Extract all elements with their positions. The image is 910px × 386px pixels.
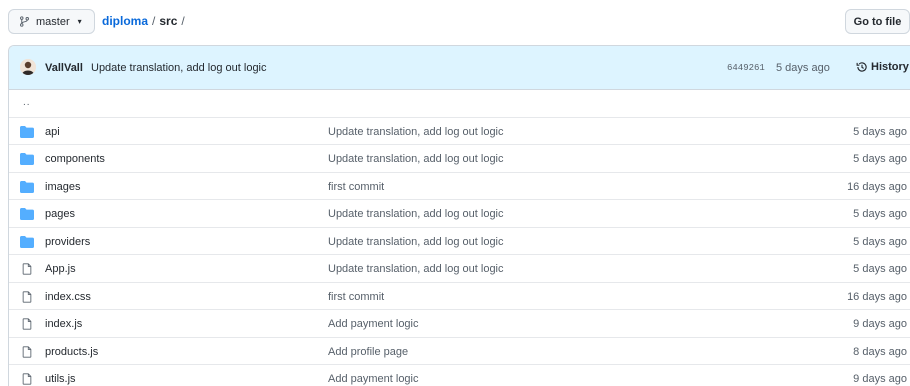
file-name-link[interactable]: index.js <box>45 318 82 330</box>
table-row: App.js Update translation, add log out l… <box>9 255 910 283</box>
folder-icon <box>20 125 34 138</box>
folder-icon <box>20 235 34 248</box>
file-name-link[interactable]: images <box>45 181 80 193</box>
file-commit-age: 5 days ago <box>853 235 907 248</box>
chevron-down-icon: ▾ <box>77 17 82 26</box>
history-link[interactable]: History <box>856 61 909 73</box>
branch-select-button[interactable]: master ▾ <box>8 9 95 34</box>
table-row: components Update translation, add log o… <box>9 145 910 173</box>
file-name-link[interactable]: index.css <box>45 291 91 303</box>
file-name-link[interactable]: utils.js <box>45 373 76 385</box>
go-to-file-button[interactable]: Go to file <box>845 9 910 34</box>
parent-directory-link[interactable]: .. <box>23 97 31 108</box>
user-avatar-icon <box>20 59 36 75</box>
file-commit-message-link[interactable]: Update translation, add log out logic <box>328 263 504 275</box>
file-navigation: master ▾ diploma / src / Go to file <box>0 0 910 44</box>
breadcrumb-current-dir: src <box>159 14 178 28</box>
table-row: pages Update translation, add log out lo… <box>9 200 910 228</box>
commit-sha-link[interactable]: 6449261 <box>727 63 765 73</box>
file-commit-message-link[interactable]: Update translation, add log out logic <box>328 208 504 220</box>
commit-age: 5 days ago <box>776 62 830 74</box>
file-commit-age: 9 days ago <box>853 373 907 385</box>
file-list-box: VallVall Update translation, add log out… <box>8 45 910 386</box>
file-commit-message-link[interactable]: first commit <box>328 291 384 303</box>
file-name-link[interactable]: products.js <box>45 346 98 358</box>
table-row: images first commit 16 days ago <box>9 173 910 200</box>
file-commit-age: 5 days ago <box>853 263 907 275</box>
file-commit-age: 8 days ago <box>853 345 907 358</box>
parent-directory-row[interactable]: .. <box>9 90 910 118</box>
file-name-link[interactable]: providers <box>45 236 90 248</box>
branch-name: master <box>36 15 70 28</box>
file-name-link[interactable]: pages <box>45 208 75 220</box>
file-commit-age: 5 days ago <box>853 208 907 220</box>
file-icon <box>22 263 32 275</box>
file-rows: .. api Update translation, add log out l… <box>9 90 910 386</box>
table-row: index.js Add payment logic 9 days ago <box>9 310 910 338</box>
breadcrumb-repo-link[interactable]: diploma <box>102 14 148 28</box>
commit-author-link[interactable]: VallVall <box>45 62 83 74</box>
breadcrumb: diploma / src / <box>102 14 189 28</box>
table-row: providers Update translation, add log ou… <box>9 228 910 255</box>
file-commit-age: 5 days ago <box>853 153 907 165</box>
folder-icon <box>20 153 34 165</box>
file-name-link[interactable]: components <box>45 153 105 165</box>
folder-icon <box>20 180 34 193</box>
file-commit-age: 5 days ago <box>853 125 907 138</box>
file-icon <box>22 290 32 303</box>
latest-commit-bar: VallVall Update translation, add log out… <box>9 46 910 90</box>
table-row: api Update translation, add log out logi… <box>9 118 910 145</box>
file-commit-age: 16 days ago <box>847 180 907 193</box>
history-label: History <box>871 61 909 73</box>
folder-icon <box>20 208 34 220</box>
file-commit-age: 9 days ago <box>853 318 907 330</box>
file-name-link[interactable]: api <box>45 126 60 138</box>
file-commit-message-link[interactable]: Add payment logic <box>328 318 419 330</box>
file-icon <box>22 345 32 358</box>
file-commit-message-link[interactable]: Add profile page <box>328 346 408 358</box>
avatar[interactable] <box>20 59 36 75</box>
table-row: index.css first commit 16 days ago <box>9 283 910 310</box>
table-row: utils.js Add payment logic 9 days ago <box>9 365 910 386</box>
file-icon <box>22 373 32 385</box>
file-commit-message-link[interactable]: Update translation, add log out logic <box>328 236 504 248</box>
file-commit-message-link[interactable]: Update translation, add log out logic <box>328 153 504 165</box>
file-commit-age: 16 days ago <box>847 290 907 303</box>
file-name-link[interactable]: App.js <box>45 263 76 275</box>
file-commit-message-link[interactable]: Update translation, add log out logic <box>328 126 504 138</box>
history-icon <box>856 62 867 72</box>
table-row: products.js Add profile page 8 days ago <box>9 338 910 365</box>
file-icon <box>22 318 32 330</box>
breadcrumb-trailing-separator: / <box>181 14 185 28</box>
file-commit-message-link[interactable]: Add payment logic <box>328 373 419 385</box>
git-branch-icon <box>20 16 29 27</box>
file-commit-message-link[interactable]: first commit <box>328 181 384 193</box>
commit-message-link[interactable]: Update translation, add log out logic <box>91 62 267 74</box>
breadcrumb-separator: / <box>152 14 156 28</box>
